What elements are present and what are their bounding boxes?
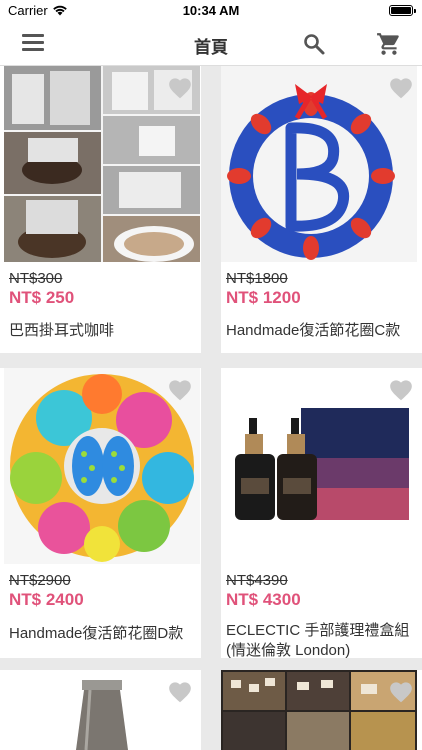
product-card[interactable]: NT$1800 NT$ 1200 Handmade復活節花圈C款 [221, 66, 422, 353]
original-price: NT$4390 [226, 572, 288, 589]
product-card[interactable]: NT$300 NT$ 250 巴西掛耳式咖啡 [0, 66, 201, 353]
product-name: 巴西掛耳式咖啡 [9, 322, 115, 339]
original-price: NT$2900 [9, 572, 71, 589]
product-card[interactable]: NT$4390 NT$ 4300 ECLECTIC 手部護理禮盒組 (情迷倫敦 … [221, 368, 422, 659]
product-name: Handmade復活節花圈C款 [226, 322, 401, 339]
favorite-heart-icon[interactable] [388, 75, 414, 99]
favorite-heart-icon[interactable] [167, 679, 193, 703]
page-title: 首頁 [194, 38, 228, 57]
product-card[interactable] [221, 670, 422, 750]
battery-icon [389, 5, 416, 16]
nav-bar: 首頁 [0, 22, 422, 66]
sale-price: NT$ 250 [9, 288, 75, 307]
sale-price: NT$ 2400 [9, 590, 84, 609]
product-name: ECLECTIC 手部護理禮盒組 (情迷倫敦 London) [226, 622, 410, 659]
product-card[interactable] [0, 670, 201, 750]
status-bar: Carrier 10:34 AM [0, 0, 422, 22]
product-name: Handmade復活節花圈D款 [9, 625, 184, 642]
favorite-heart-icon[interactable] [388, 679, 414, 703]
sale-price: NT$ 1200 [226, 288, 301, 307]
original-price: NT$1800 [226, 270, 288, 287]
clock: 10:34 AM [182, 3, 240, 18]
product-grid: NT$300 NT$ 250 巴西掛耳式咖啡 NT$1800 NT$ 1200 … [0, 66, 422, 750]
product-card[interactable]: NT$2900 NT$ 2400 Handmade復活節花圈D款 [0, 368, 201, 658]
favorite-heart-icon[interactable] [167, 377, 193, 401]
search-icon[interactable] [302, 32, 326, 56]
sale-price: NT$ 4300 [226, 590, 301, 609]
favorite-heart-icon[interactable] [388, 377, 414, 401]
cart-icon[interactable] [376, 31, 402, 57]
original-price: NT$300 [9, 270, 63, 287]
favorite-heart-icon[interactable] [167, 75, 193, 99]
